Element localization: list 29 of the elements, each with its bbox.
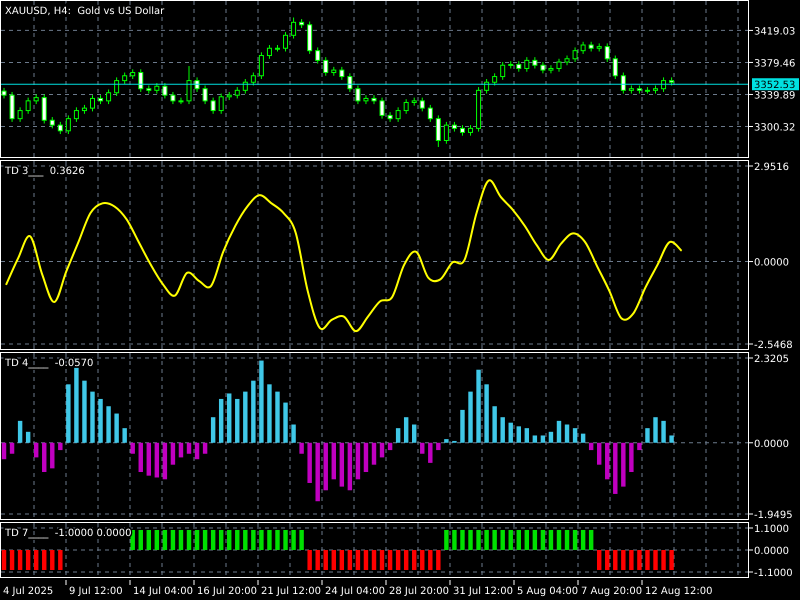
axis-label: -2.5468 xyxy=(754,340,793,351)
axis-label: 1.1000 xyxy=(754,524,789,535)
axis-label: 0.0000 xyxy=(754,258,789,269)
axis-label: 2.9516 xyxy=(754,162,789,173)
axis-label: -1.9495 xyxy=(754,510,793,521)
axis-label: 2.3205 xyxy=(754,354,789,365)
axis-label: 3339.89 xyxy=(754,90,796,102)
time-axis-label: 5 Aug 04:00 xyxy=(517,586,578,597)
chart-title: TD 3___ 0.3626 xyxy=(5,166,85,177)
axis-label: 0.0000 xyxy=(754,546,789,557)
chart-title: XAUUSD, H4: Gold vs US Dollar xyxy=(5,6,164,17)
axis-label: -1.1000 xyxy=(754,568,793,579)
time-axis-label: 24 Jul 04:00 xyxy=(325,586,385,597)
time-axis-label: 7 Aug 20:00 xyxy=(581,586,642,597)
time-axis-label: 16 Jul 20:00 xyxy=(197,586,257,597)
time-axis-label: 9 Jul 12:00 xyxy=(69,586,123,597)
axis-label: 3379.46 xyxy=(754,58,796,70)
axis-label: 3300.32 xyxy=(754,122,796,134)
time-axis-label: 4 Jul 2025 xyxy=(3,586,54,597)
axis-label: 3419.03 xyxy=(754,26,796,38)
time-axis-label: 21 Jul 12:00 xyxy=(261,586,321,597)
axis-label: 0.0000 xyxy=(754,438,789,450)
time-axis-label: 12 Aug 12:00 xyxy=(645,586,712,597)
time-axis-label: 28 Jul 20:00 xyxy=(389,586,449,597)
time-axis-label: 31 Jul 12:00 xyxy=(453,586,513,597)
time-axis-label: 14 Jul 04:00 xyxy=(133,586,193,597)
ref-line-label: 3352.53 xyxy=(754,80,796,92)
price-tag: 3352.53 xyxy=(752,78,799,92)
chart-title: TD 4____ -0.0570 xyxy=(5,358,94,369)
